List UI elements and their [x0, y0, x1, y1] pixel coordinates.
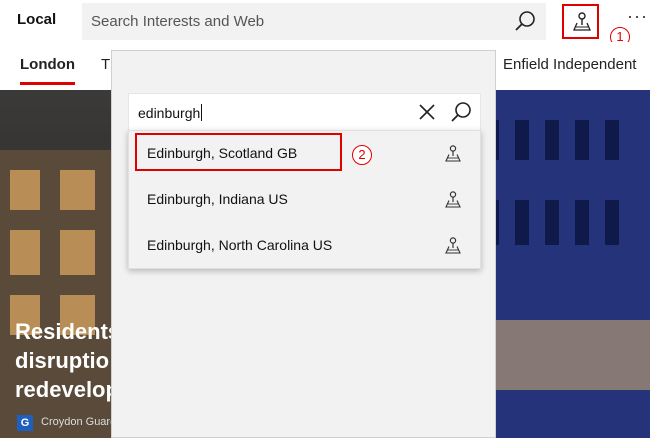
- top-bar: Local Search Interests and Web ···: [0, 0, 650, 42]
- location-pin-icon: [445, 237, 461, 254]
- location-search-value: edinburgh: [138, 104, 203, 121]
- location-result-label: Edinburgh, Indiana US: [147, 191, 288, 207]
- location-button[interactable]: [562, 4, 599, 39]
- hero-headline[interactable]: Residents disruptio redevelop: [15, 317, 125, 404]
- app-title: Local: [17, 11, 57, 28]
- location-search-input[interactable]: edinburgh: [128, 93, 481, 131]
- more-icon[interactable]: ···: [627, 6, 648, 27]
- location-pin-icon: [445, 191, 461, 208]
- step-callout-2: 2: [352, 145, 372, 165]
- location-result-label: Edinburgh, North Carolina US: [147, 237, 333, 253]
- search-placeholder: Search Interests and Web: [91, 13, 265, 30]
- location-result[interactable]: Edinburgh, North Carolina US: [129, 223, 482, 269]
- hero-headline-line-3: redevelop: [15, 377, 119, 402]
- tab-enfield-independent[interactable]: Enfield Independent: [503, 56, 636, 73]
- result-highlight-box: [135, 133, 342, 171]
- close-icon[interactable]: [417, 102, 437, 122]
- search-input[interactable]: Search Interests and Web: [82, 3, 546, 40]
- hero-headline-line-1: Residents: [15, 319, 121, 344]
- location-flyout: edinburgh Edinburgh, Scotland GB Edinbur…: [111, 50, 496, 438]
- tab-london[interactable]: London: [20, 56, 75, 85]
- search-icon[interactable]: [514, 10, 536, 32]
- search-icon[interactable]: [450, 101, 472, 123]
- source-logo: G: [17, 415, 33, 431]
- hero-image-building-right: [470, 90, 650, 438]
- location-result[interactable]: Edinburgh, Indiana US: [129, 177, 482, 223]
- text-caret: [201, 104, 203, 121]
- location-pin-icon: [573, 12, 591, 31]
- location-pin-icon: [445, 145, 461, 162]
- tab-partial[interactable]: T: [101, 56, 110, 73]
- hero-headline-line-2: disruptio: [15, 348, 110, 373]
